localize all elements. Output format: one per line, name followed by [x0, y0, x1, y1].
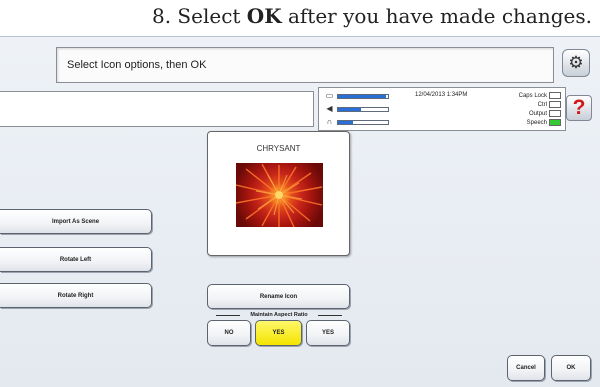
instruction-caption: 8. Select OK after you have made changes…	[0, 4, 600, 34]
settings-button[interactable]: ⚙	[562, 49, 590, 77]
caption-step: 8. Select	[151, 4, 247, 28]
aspect-yes-button[interactable]: YES	[306, 320, 350, 346]
indicator-speech: Speech	[499, 118, 561, 127]
rename-icon-button[interactable]: Rename Icon	[207, 284, 350, 309]
battery-icon: ▭	[325, 91, 334, 100]
indicator-list: Caps Lock Ctrl Output Speech	[499, 91, 561, 127]
indicator-label: Ctrl	[537, 101, 547, 108]
aspect-ratio-label: Maintain Aspect Ratio	[250, 312, 308, 318]
icon-preview: CHRYSANT	[207, 131, 350, 256]
help-button[interactable]: ?	[566, 95, 592, 121]
headphones-icon: ∩	[326, 117, 333, 126]
indicator-label: Speech	[526, 119, 547, 126]
ok-button[interactable]: OK	[551, 355, 591, 381]
button-label: NO	[224, 330, 234, 336]
button-label: Cancel	[516, 365, 536, 371]
indicator-light	[549, 119, 561, 126]
maintain-aspect-ratio-group: Maintain Aspect Ratio	[216, 311, 342, 319]
button-label: OK	[566, 365, 576, 371]
indicator-label: Output	[528, 110, 547, 117]
rotate-left-button[interactable]: Rotate Left	[0, 247, 152, 272]
headphone-level-fill	[338, 120, 353, 124]
chrysanthemum-image	[236, 163, 323, 227]
indicator-light	[549, 101, 561, 108]
button-label: YES	[321, 330, 334, 336]
speaker-icon: ◀	[326, 104, 333, 113]
button-label: Rotate Left	[59, 256, 92, 263]
device-screen: Select Icon options, then OK ⚙ ▭ ◀ ∩ 12/…	[0, 36, 600, 387]
battery-level-fill	[338, 94, 386, 98]
import-as-scene-button[interactable]: Import As Scene	[0, 209, 152, 234]
indicator-light	[549, 110, 561, 117]
indicator-label: Caps Lock	[518, 92, 547, 99]
volume-meter[interactable]: ◀	[325, 105, 389, 113]
button-label: YES	[272, 330, 285, 336]
datetime: 12/04/2013 1:34PM	[415, 92, 468, 98]
button-label: Import As Scene	[51, 218, 100, 225]
indicator-caps-lock: Caps Lock	[499, 91, 561, 100]
aspect-no-button[interactable]: NO	[207, 320, 251, 346]
gear-icon: ⚙	[568, 53, 584, 72]
icon-name-label: CHRYSANT	[256, 144, 301, 153]
volume-level-fill	[338, 107, 361, 111]
aspect-yes-selected-button[interactable]: YES	[255, 320, 302, 346]
button-label: Rotate Right	[57, 292, 94, 299]
prompt-text: Select Icon options, then OK	[67, 59, 207, 71]
headphone-meter[interactable]: ∩	[325, 118, 389, 126]
status-panel: ▭ ◀ ∩ 12/04/2013 1:34PM Caps Lock Ctrl O…	[318, 87, 566, 131]
caption-rest: after you have made changes.	[281, 4, 592, 28]
battery-meter: ▭	[325, 92, 389, 100]
prompt-bar: Select Icon options, then OK	[56, 47, 554, 83]
caption-emphasis: OK	[246, 4, 282, 28]
rotate-right-button[interactable]: Rotate Right	[0, 283, 152, 308]
help-icon: ?	[572, 96, 586, 119]
message-window[interactable]	[0, 91, 314, 127]
indicator-output: Output	[499, 109, 561, 118]
cancel-button[interactable]: Cancel	[507, 355, 545, 381]
indicator-ctrl: Ctrl	[499, 100, 561, 109]
button-label: Rename Icon	[259, 293, 298, 300]
indicator-light	[549, 92, 561, 99]
